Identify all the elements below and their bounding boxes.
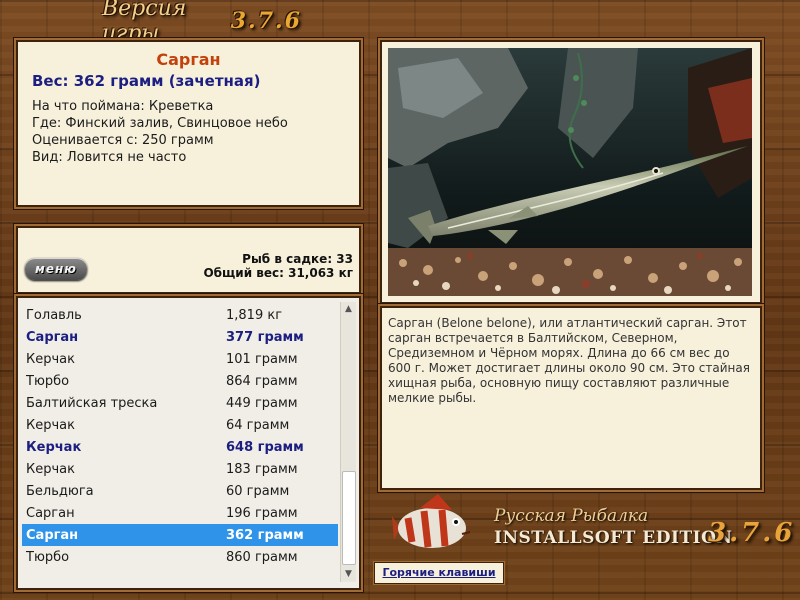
list-item[interactable]: Тюрбо 864 грамм [22, 370, 338, 392]
list-item-weight: 377 грамм [226, 329, 304, 345]
scoring-line: Оценивается с: 250 грамм [32, 133, 214, 148]
fish-name-title: Сарган [156, 50, 221, 69]
fish-photo [388, 48, 752, 296]
list-item-name: Керчак [26, 351, 75, 367]
list-item-name: Бельдюга [26, 483, 94, 499]
scroll-up-arrow-icon[interactable]: ▲ [341, 302, 356, 317]
scrollbar-thumb[interactable] [342, 471, 356, 565]
list-item-name: Сарган [26, 329, 79, 345]
list-item-name: Керчак [26, 461, 75, 477]
list-item[interactable]: Голавль 1,819 кг [22, 304, 338, 326]
location-line: Где: Финский залив, Свинцовое небо [32, 116, 288, 131]
list-item[interactable]: Сарган 377 грамм [22, 326, 338, 348]
list-item-weight: 449 грамм [226, 395, 298, 411]
list-item[interactable]: Балтийская треска 449 грамм [22, 392, 338, 414]
fish-photo-panel [380, 40, 762, 304]
fish-weight: Вес: 362 грамм (зачетная) [32, 72, 261, 90]
list-item[interactable]: Сарган 196 грамм [22, 502, 338, 524]
catch-stats: Рыб в садке: 33 Общий вес: 31,063 кг [203, 252, 353, 280]
logo-edition: INSTALLSOFT EDITION [494, 528, 733, 548]
game-logo: Русская Рыбалка INSTALLSOFT EDITION 3.7.… [390, 488, 792, 558]
list-item-name: Сарган [26, 505, 75, 521]
list-scrollbar[interactable]: ▲ ▼ [340, 302, 356, 582]
fish-info-panel: Сарган Вес: 362 грамм (зачетная) На что … [16, 40, 361, 207]
catch-list[interactable]: Голавль 1,819 кг Сарган 377 грамм Керчак 10… [16, 296, 361, 590]
scroll-down-arrow-icon[interactable]: ▼ [341, 567, 356, 582]
list-item[interactable]: Керчак 64 грамм [22, 414, 338, 436]
list-item-name: Сарган [26, 527, 79, 543]
list-item-name: Керчак [26, 417, 75, 433]
list-item-name: Керчак [26, 439, 82, 455]
list-item[interactable]: Тюрбо 860 грамм [22, 546, 338, 568]
list-item-weight: 860 грамм [226, 549, 298, 565]
version-number: 3.7.6 [230, 8, 302, 34]
list-item-name: Тюрбо [26, 373, 70, 389]
list-item-name: Тюрбо [26, 549, 70, 565]
catch-summary-panel: меню Рыб в садке: 33 Общий вес: 31,063 к… [16, 226, 361, 294]
list-item-weight: 183 грамм [226, 461, 298, 477]
list-item[interactable]: Керчак 648 грамм [22, 436, 338, 458]
list-item-weight: 1,819 кг [226, 307, 283, 323]
list-item-weight: 196 грамм [226, 505, 298, 521]
list-item-name: Балтийская треска [26, 395, 158, 411]
version-banner: Версия игры 3.7.6 [102, 0, 302, 46]
fish-count: Рыб в садке: 33 [242, 252, 353, 266]
total-weight: Общий вес: 31,063 кг [203, 266, 353, 280]
list-item-weight: 864 грамм [226, 373, 298, 389]
fish-logo-icon [392, 494, 471, 548]
list-item-name: Голавль [26, 307, 82, 323]
fish-description: Сарган (Belone belone), или атлантически… [388, 316, 750, 405]
catch-list-rows: Голавль 1,819 кг Сарган 377 грамм Керчак 10… [22, 304, 338, 568]
list-item-weight: 64 грамм [226, 417, 290, 433]
hotkeys-button[interactable]: Горячие клавиши [374, 562, 504, 584]
fish-description-panel: Сарган (Belone belone), или атлантически… [380, 306, 762, 490]
list-item-weight: 101 грамм [226, 351, 298, 367]
list-item-weight: 648 грамм [226, 439, 304, 455]
list-item-weight: 60 грамм [226, 483, 290, 499]
list-item[interactable]: Керчак 183 грамм [22, 458, 338, 480]
menu-button[interactable]: меню [25, 258, 87, 280]
list-item[interactable]: Бельдюга 60 грамм [22, 480, 338, 502]
list-item[interactable]: Керчак 101 грамм [22, 348, 338, 370]
list-item-weight: 362 грамм [226, 527, 304, 543]
list-item-selected[interactable]: Сарган 362 грамм [22, 524, 338, 546]
bait-line: На что поймана: Креветка [32, 99, 214, 114]
logo-title: Русская Рыбалка [494, 506, 649, 526]
logo-version: 3.7.6 [708, 518, 796, 548]
rarity-line: Вид: Ловится не часто [32, 150, 187, 165]
